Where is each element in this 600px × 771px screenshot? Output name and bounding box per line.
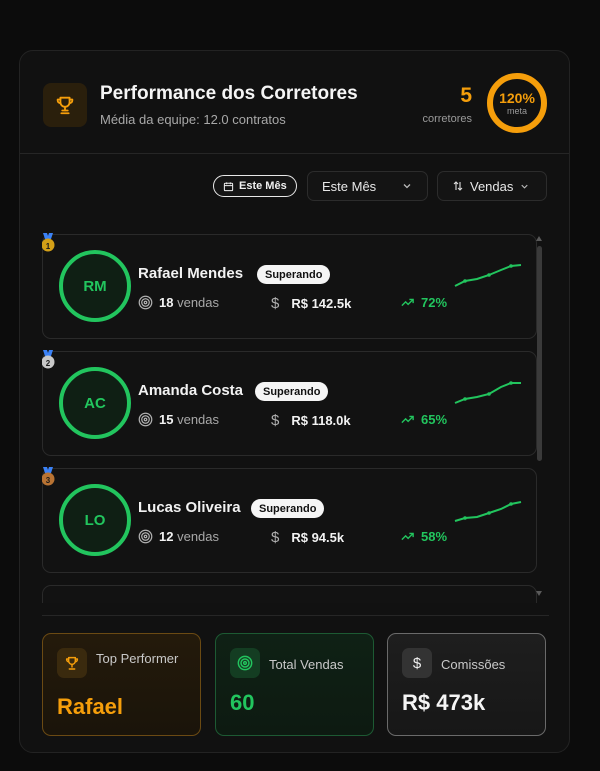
goal-label: meta	[506, 105, 527, 116]
sort-arrows-icon	[453, 181, 463, 191]
rank-number: 1	[45, 242, 51, 251]
growth-value: 65%	[421, 412, 448, 427]
broker-name: Rafael Mendes	[138, 265, 244, 282]
trending-up-icon	[401, 298, 414, 307]
trending-up-icon	[401, 532, 414, 541]
sales-unit: vendas	[177, 412, 220, 427]
revenue-value: R$ 94.5k	[291, 530, 345, 545]
top-performer-value: Rafael	[57, 694, 124, 719]
status-badge: Superando	[257, 265, 331, 284]
team-average: Média da equipe: 12.0 contratos	[100, 112, 286, 127]
sales-count: 15	[159, 412, 174, 427]
sales-stat: 12 vendas	[138, 529, 219, 544]
date-filter-label: Este Mês	[239, 180, 287, 192]
avatar: RM	[59, 250, 131, 322]
target-icon	[138, 412, 153, 427]
growth-stat: 65%	[400, 412, 447, 427]
commissions-card: $ Comissões R$ 473k	[387, 633, 546, 736]
growth-value: 58%	[421, 529, 448, 544]
period-select[interactable]: Este Mês	[307, 171, 428, 201]
total-sales-value: 60	[230, 690, 255, 715]
revenue-stat: $ R$ 142.5k	[271, 295, 351, 312]
broker-count: 5	[460, 84, 472, 107]
commissions-label: Comissões	[441, 657, 506, 672]
growth-value: 72%	[421, 295, 448, 310]
rank-number: 3	[45, 476, 51, 485]
sales-unit: vendas	[177, 529, 220, 544]
broker-name: Amanda Costa	[138, 382, 244, 399]
calendar-icon	[223, 181, 234, 191]
sales-sparkline	[454, 501, 522, 522]
sales-count: 12	[159, 529, 174, 544]
date-filter-pill[interactable]: Este Mês	[213, 175, 297, 197]
divider	[42, 615, 549, 616]
dollar-icon: $	[271, 295, 280, 312]
broker-card-partial[interactable]	[42, 585, 537, 603]
sales-unit: vendas	[177, 295, 220, 310]
top-performer-card: Top Performer Rafael	[42, 633, 201, 736]
trophy-icon	[43, 83, 87, 127]
broker-name: Lucas Oliveira	[138, 499, 241, 516]
total-sales-label: Total Vendas	[269, 657, 344, 672]
trophy-icon	[57, 648, 87, 678]
broker-performance-card: Performance dos Corretores Média da equi…	[19, 50, 570, 753]
broker-card-rafael[interactable]: 1 RM Rafael Mendes Superando 18 vendas $…	[42, 233, 537, 339]
sales-stat: 18 vendas	[138, 295, 219, 310]
top-performer-label: Top Performer	[96, 651, 179, 666]
scroll-down-icon[interactable]	[536, 591, 542, 596]
target-icon	[138, 295, 153, 310]
status-badge: Superando	[255, 382, 329, 401]
chevron-down-icon	[403, 184, 411, 189]
chevron-down-icon	[521, 184, 529, 189]
dollar-icon: $	[402, 648, 432, 678]
dollar-icon: $	[271, 529, 280, 546]
broker-list: 1 RM Rafael Mendes Superando 18 vendas $…	[42, 231, 549, 603]
broker-card-amanda[interactable]: 2 AC Amanda Costa Superando 15 vendas $ …	[42, 350, 537, 456]
scroll-up-icon[interactable]	[536, 236, 542, 241]
scrollbar-thumb[interactable]	[537, 246, 542, 461]
revenue-stat: $ R$ 94.5k	[271, 529, 344, 546]
broker-count-label: corretores	[422, 113, 472, 125]
target-icon	[138, 529, 153, 544]
trending-up-icon	[401, 415, 414, 424]
sales-stat: 15 vendas	[138, 412, 219, 427]
broker-card-lucas[interactable]: 3 LO Lucas Oliveira Superando 12 vendas …	[42, 467, 537, 573]
growth-stat: 72%	[400, 295, 447, 310]
target-icon	[230, 648, 260, 678]
sales-sparkline	[454, 381, 521, 404]
goal-progress-label: 120% meta	[485, 71, 549, 135]
growth-stat: 58%	[400, 529, 447, 544]
total-sales-card: Total Vendas 60	[215, 633, 374, 736]
revenue-value: R$ 118.0k	[291, 413, 351, 428]
rank-number: 2	[45, 359, 51, 368]
avatar: LO	[59, 484, 131, 556]
period-select-value: Este Mês	[322, 178, 377, 194]
dollar-icon: $	[271, 412, 280, 429]
goal-percent: 120%	[499, 89, 535, 106]
sales-count: 18	[159, 295, 174, 310]
page-title: Performance dos Corretores	[100, 83, 358, 104]
card-header: Performance dos Corretores Média da equi…	[20, 51, 569, 154]
revenue-value: R$ 142.5k	[291, 296, 352, 311]
sort-select[interactable]: Vendas	[437, 171, 547, 201]
revenue-stat: $ R$ 118.0k	[271, 412, 351, 429]
sales-sparkline	[454, 264, 522, 287]
avatar: AC	[59, 367, 131, 439]
status-badge: Superando	[251, 499, 325, 518]
commissions-value: R$ 473k	[402, 690, 486, 715]
sort-select-value: Vendas	[470, 178, 514, 194]
